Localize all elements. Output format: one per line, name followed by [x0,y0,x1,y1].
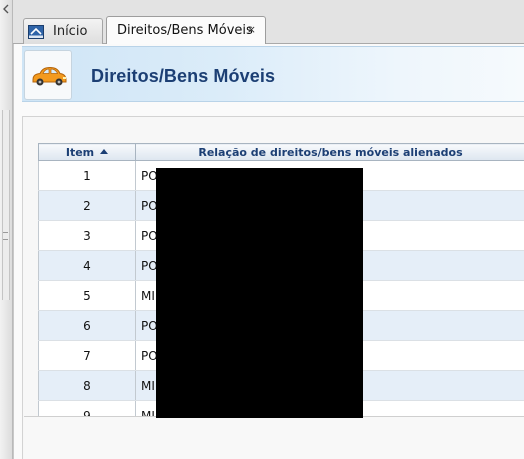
left-scrollbar[interactable] [2,110,10,300]
tab-direitos-label: Direitos/Bens Móveis [117,23,253,38]
page-icon-box [24,50,72,100]
car-icon [32,66,67,86]
cell-item: 2 [38,190,136,221]
cell-item: 4 [38,250,136,281]
left-panel-edge [0,0,13,459]
page-header: Direitos/Bens Móveis [22,46,524,102]
redaction-block [156,168,363,418]
cell-item: 1 [38,160,136,191]
tab-inicio-label: Início [53,24,88,39]
cell-item: 6 [38,310,136,341]
home-icon [28,24,44,39]
cell-item: 3 [38,220,136,251]
column-header-item[interactable]: Item [38,143,136,161]
cell-item: 8 [38,370,136,401]
column-header-relacao[interactable]: Relação de direitos/bens móveis alienado… [135,143,524,161]
grid-footer-area [24,416,524,459]
close-icon[interactable]: × [247,23,256,36]
splitter-grip[interactable] [3,232,8,240]
tab-inicio[interactable]: Início [23,18,103,44]
sort-ascending-icon [100,148,109,154]
tab-bar: Início Direitos/Bens Móveis × [13,0,524,45]
cell-item: 5 [38,280,136,311]
column-header-item-label: Item [65,145,95,159]
cell-item: 7 [38,340,136,371]
page-title: Direitos/Bens Móveis [91,66,276,86]
collapse-arrow-icon[interactable] [2,4,10,14]
tab-direitos-bens-moveis[interactable]: Direitos/Bens Móveis × [106,16,266,45]
